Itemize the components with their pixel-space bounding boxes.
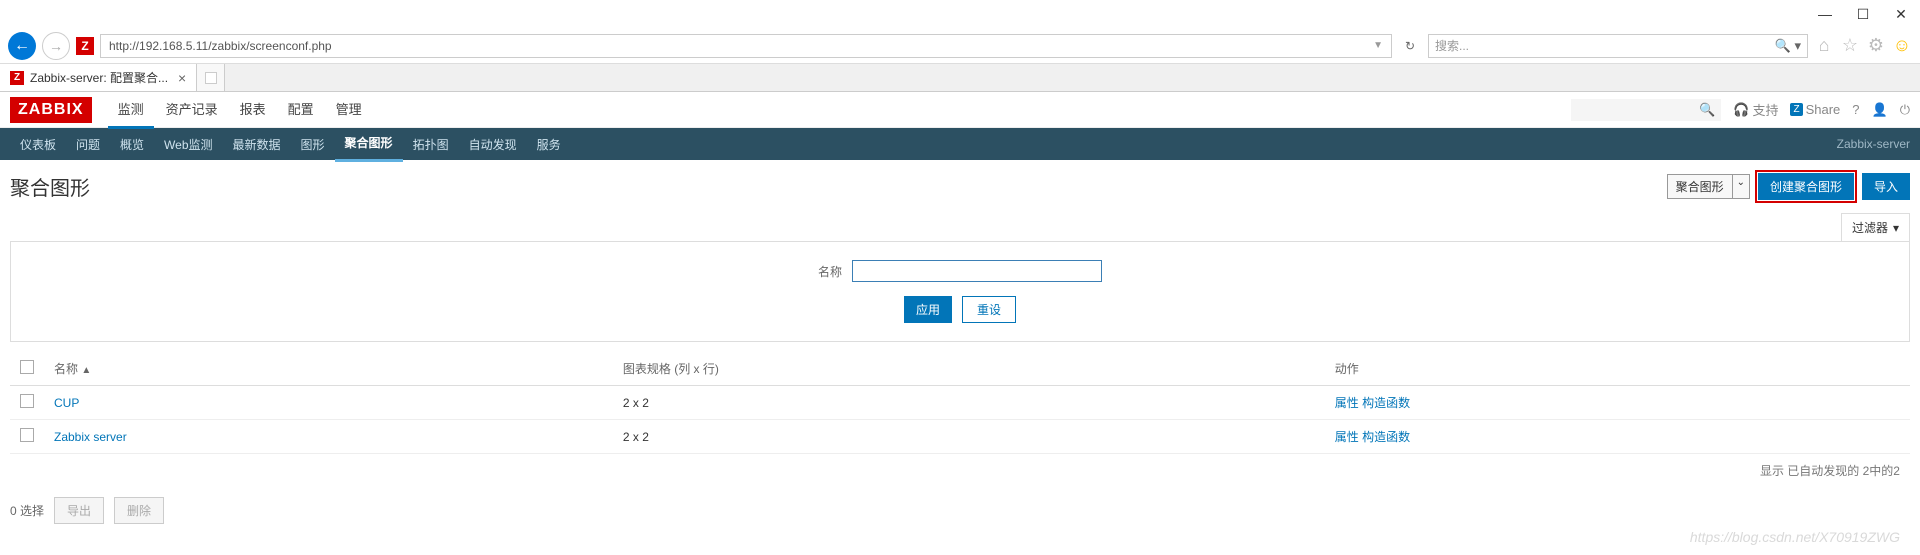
support-link[interactable]: 🎧 支持 (1733, 100, 1778, 119)
import-button[interactable]: 导入 (1862, 173, 1910, 200)
filter-icon: ▾ (1893, 221, 1899, 235)
subnav-screens[interactable]: 聚合图形 (335, 126, 403, 162)
tab-strip: Z Zabbix-server: 配置聚合... × (0, 64, 1920, 92)
new-tab-button[interactable] (197, 64, 225, 91)
search-icon[interactable]: 🔍 ▾ (1775, 38, 1801, 54)
table-footer: 显示 已自动发现的 2中的2 (0, 454, 1920, 487)
browser-toolbar: ← → Z http://192.168.5.11/zabbix/screenc… (0, 28, 1920, 64)
app-header: ZABBIX 监测 资产记录 报表 配置 管理 🔍 🎧 支持 Z Share ?… (0, 92, 1920, 128)
minimize-icon[interactable]: — (1818, 7, 1832, 21)
nav-config[interactable]: 配置 (278, 91, 324, 129)
subnav-overview[interactable]: 概览 (110, 128, 154, 161)
maximize-icon[interactable]: ☐ (1856, 7, 1870, 21)
nav-reports[interactable]: 报表 (230, 91, 276, 129)
chevron-down-icon[interactable]: ⌄ (1733, 174, 1750, 199)
close-icon[interactable]: ✕ (1894, 7, 1908, 21)
top-nav: 监测 资产记录 报表 配置 管理 (108, 91, 372, 129)
filter-tab-row: 过滤器 ▾ (0, 213, 1920, 241)
constructor-link[interactable]: 构造函数 (1362, 430, 1410, 444)
nav-inventory[interactable]: 资产记录 (156, 91, 228, 129)
zabbix-logo[interactable]: ZABBIX (10, 97, 92, 123)
share-link[interactable]: Z Share (1790, 102, 1840, 117)
subnav-problems[interactable]: 问题 (66, 128, 110, 161)
subnav-web[interactable]: Web监测 (154, 128, 222, 161)
subnav-dashboard[interactable]: 仪表板 (10, 128, 66, 161)
delete-button: 删除 (114, 497, 164, 524)
subnav-latest[interactable]: 最新数据 (223, 128, 291, 161)
dropdown-icon[interactable]: ▼ (1373, 40, 1383, 51)
screens-table: 名称 ▲ 图表规格 (列 x 行) 动作 CUP 2 x 2 属性 构造函数 Z… (10, 352, 1910, 454)
forward-button: → (42, 32, 70, 60)
logout-icon[interactable]: ⏻ (1900, 102, 1910, 118)
filter-label: 过滤器 (1852, 219, 1888, 236)
filter-name-label: 名称 (818, 263, 842, 280)
subnav-graphs[interactable]: 图形 (291, 128, 335, 161)
help-icon[interactable]: ? (1852, 102, 1859, 117)
nav-monitoring[interactable]: 监测 (108, 91, 154, 129)
page-title: 聚合图形 (10, 172, 90, 201)
url-text: http://192.168.5.11/zabbix/screenconf.ph… (109, 39, 332, 53)
nav-admin[interactable]: 管理 (326, 91, 372, 129)
selected-count: 0 选择 (10, 502, 44, 519)
table-row: Zabbix server 2 x 2 属性 构造函数 (10, 420, 1910, 454)
row-checkbox[interactable] (20, 394, 34, 408)
view-select[interactable]: 聚合图形 ⌄ (1667, 174, 1750, 199)
constructor-link[interactable]: 构造函数 (1362, 396, 1410, 410)
create-screen-button[interactable]: 创建聚合图形 (1758, 173, 1854, 200)
dimensions-cell: 2 x 2 (613, 386, 1325, 420)
dimensions-cell: 2 x 2 (613, 420, 1325, 454)
select-value: 聚合图形 (1667, 174, 1733, 199)
page-header: 聚合图形 聚合图形 ⌄ 创建聚合图形 导入 (0, 160, 1920, 213)
sub-nav: 仪表板 问题 概览 Web监测 最新数据 图形 聚合图形 拓扑图 自动发现 服务… (0, 128, 1920, 160)
properties-link[interactable]: 属性 (1335, 430, 1359, 444)
export-button: 导出 (54, 497, 104, 524)
sort-asc-icon: ▲ (81, 365, 91, 376)
filter-tab[interactable]: 过滤器 ▾ (1841, 213, 1910, 241)
col-actions: 动作 (1325, 352, 1910, 386)
browser-search[interactable]: 搜索... 🔍 ▾ (1428, 34, 1808, 58)
select-all-checkbox[interactable] (20, 360, 34, 374)
window-titlebar: — ☐ ✕ (0, 0, 1920, 28)
smiley-icon[interactable]: ☺ (1892, 36, 1912, 56)
tab-favicon: Z (10, 71, 24, 85)
tab-title: Zabbix-server: 配置聚合... (30, 69, 168, 86)
properties-link[interactable]: 属性 (1335, 396, 1359, 410)
home-icon[interactable]: ⌂ (1814, 36, 1834, 56)
subnav-discovery[interactable]: 自动发现 (459, 128, 527, 161)
bottom-bar: 0 选择 导出 删除 (0, 487, 1920, 534)
search-placeholder: 搜索... (1435, 37, 1469, 54)
browser-tab[interactable]: Z Zabbix-server: 配置聚合... × (0, 64, 197, 91)
watermark: https://blog.csdn.net/X70919ZWG (1690, 529, 1900, 545)
refresh-icon[interactable]: ↻ (1398, 39, 1422, 53)
tab-close-icon[interactable]: × (178, 70, 186, 86)
host-label: Zabbix-server (1837, 137, 1910, 151)
subnav-maps[interactable]: 拓扑图 (403, 128, 459, 161)
row-checkbox[interactable] (20, 428, 34, 442)
col-dimensions: 图表规格 (列 x 行) (613, 352, 1325, 386)
filter-panel: 名称 应用 重设 (10, 241, 1910, 342)
col-name[interactable]: 名称 ▲ (44, 352, 613, 386)
reset-button[interactable]: 重设 (962, 296, 1016, 323)
filter-name-input[interactable] (852, 260, 1102, 282)
app-search-wrap: 🔍 (1571, 99, 1721, 121)
gear-icon[interactable]: ⚙ (1866, 36, 1886, 56)
search-icon[interactable]: 🔍 (1699, 102, 1715, 118)
favorites-icon[interactable]: ☆ (1840, 36, 1860, 56)
subnav-services[interactable]: 服务 (527, 128, 571, 161)
apply-button[interactable]: 应用 (904, 296, 952, 323)
table-row: CUP 2 x 2 属性 构造函数 (10, 386, 1910, 420)
user-icon[interactable]: 👤 (1872, 102, 1888, 118)
address-bar[interactable]: http://192.168.5.11/zabbix/screenconf.ph… (100, 34, 1392, 58)
back-button[interactable]: ← (8, 32, 36, 60)
screen-link[interactable]: Zabbix server (54, 430, 127, 444)
site-favicon: Z (76, 37, 94, 55)
screen-link[interactable]: CUP (54, 396, 79, 410)
